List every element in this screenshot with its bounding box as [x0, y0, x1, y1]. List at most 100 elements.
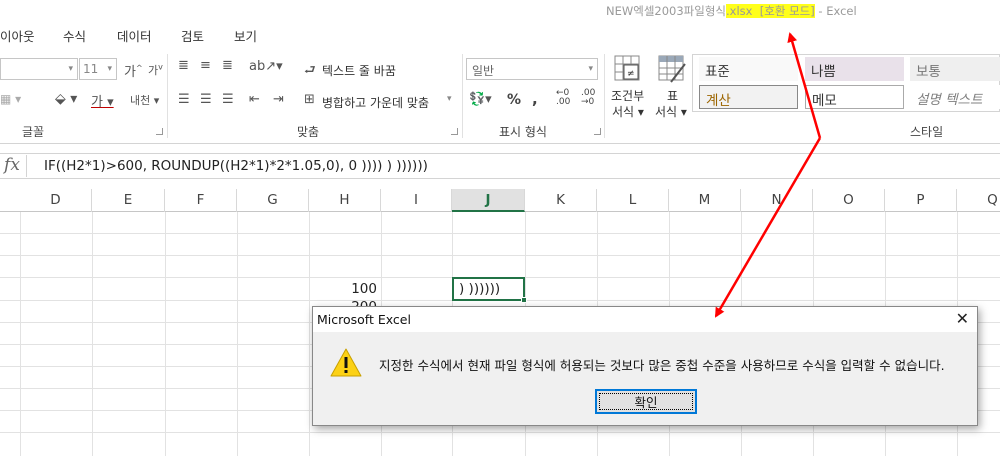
increase-decimal-button[interactable]: ←0 .00 — [556, 89, 570, 107]
insert-function-icon[interactable]: fx — [0, 155, 24, 177]
active-cell-j2[interactable]: ) )))))) — [452, 277, 525, 301]
fill-color-icon[interactable]: ⬙ ▾ — [55, 91, 77, 107]
warning-icon — [329, 347, 363, 379]
column-header-g[interactable]: G — [237, 189, 309, 212]
dialog-title-bar[interactable]: Microsoft Excel ✕ — [313, 307, 977, 332]
tab-review[interactable]: 검토 — [181, 26, 204, 45]
percent-style-button[interactable]: % — [507, 92, 521, 108]
error-dialog: Microsoft Excel ✕ 지정한 수식에서 현재 파일 형식에 허용되… — [312, 306, 978, 426]
dialog-title: Microsoft Excel — [317, 312, 411, 327]
number-format-dropdown[interactable]: 일반 ▾ — [466, 58, 598, 80]
fill-handle[interactable] — [521, 297, 527, 303]
ok-button[interactable]: 확인 — [595, 389, 697, 414]
column-header-m[interactable]: M — [669, 189, 741, 212]
conditional-formatting-label-2[interactable]: 서식 ▾ — [612, 103, 644, 120]
font-name-dropdown[interactable]: ▾ — [0, 58, 78, 80]
column-header-h[interactable]: H — [309, 189, 381, 212]
align-left-icon[interactable]: ☰ — [178, 92, 190, 107]
group-label-alignment: 맞춤 — [297, 125, 320, 139]
comma-style-button[interactable]: , — [532, 90, 538, 108]
font-shrink-glyph: 가 — [148, 64, 159, 77]
format-as-table-icon[interactable] — [657, 54, 687, 84]
cell-h2[interactable]: 100 — [309, 278, 380, 300]
ribbon: ▾ 11 ▾ 가^ 가v ▦ ▾ ⬙ ▾ 가 ▾ 내천 ▾ 글꼴 ≣ ≡ ≣ ab… — [0, 48, 1000, 144]
title-compat-mode: [호환 모드] — [759, 4, 815, 18]
style-neutral[interactable]: 보통 — [910, 57, 1000, 81]
column-header-e[interactable]: E — [92, 189, 165, 212]
tab-formulas[interactable]: 수식 — [63, 26, 86, 45]
style-explanatory[interactable]: 설명 텍스트 — [910, 85, 1000, 109]
style-bad[interactable]: 나쁨 — [805, 57, 904, 81]
format-as-table-label-2[interactable]: 서식 ▾ — [655, 103, 687, 120]
merge-center-button[interactable]: 병합하고 가운데 맞춤 — [322, 94, 429, 111]
wrap-text-icon: ⮐ — [304, 63, 316, 78]
align-top-icon[interactable]: ≣ — [178, 58, 189, 73]
chevron-down-icon[interactable]: ▾ — [447, 94, 452, 104]
ribbon-tabs: 이아웃 수식 데이터 검토 보기 — [0, 22, 1000, 48]
group-label-styles: 스타일 — [910, 125, 944, 139]
title-bar: NEW엑셀2003파일형식.xlsx [호환 모드] - Excel — [0, 0, 1000, 22]
conditional-formatting-label[interactable]: 조건부 — [611, 87, 644, 104]
chevron-down-icon: ▾ — [68, 64, 73, 74]
decrease-decimal-button[interactable]: .00 →0 — [581, 89, 595, 107]
font-size-value: 11 — [83, 62, 99, 76]
wrap-text-button[interactable]: 텍스트 줄 바꿈 — [322, 62, 396, 79]
align-center-icon[interactable]: ☰ — [200, 92, 212, 107]
tab-data[interactable]: 데이터 — [117, 26, 152, 45]
style-calculation[interactable]: 계산 — [699, 85, 798, 109]
align-middle-icon[interactable]: ≡ — [200, 58, 211, 73]
column-header-p[interactable]: P — [885, 189, 957, 212]
column-header-l[interactable]: L — [597, 189, 669, 212]
font-size-dropdown[interactable]: 11 ▾ — [79, 58, 117, 80]
column-header-k[interactable]: K — [525, 189, 597, 212]
alignment-dialog-launcher-icon[interactable] — [451, 128, 458, 135]
svg-text:≠: ≠ — [627, 69, 635, 79]
font-color-icon[interactable]: 가 ▾ — [91, 91, 114, 110]
increase-indent-icon[interactable]: ⇥ — [273, 92, 284, 107]
title-filename: NEW엑셀2003파일형식 — [606, 4, 726, 18]
group-separator — [167, 54, 168, 138]
format-as-table-label[interactable]: 표 — [667, 87, 678, 104]
accounting-format-icon[interactable]: 💱▾ — [469, 92, 492, 107]
title-extension: .xlsx — [726, 4, 753, 18]
decrease-indent-icon[interactable]: ⇤ — [249, 92, 260, 107]
align-right-icon[interactable]: ☰ — [222, 92, 234, 107]
font-grow-icon[interactable]: 가^ — [124, 61, 143, 80]
orientation-icon[interactable]: ab↗▾ — [249, 59, 283, 74]
font-shrink-icon[interactable]: 가v — [148, 62, 163, 78]
column-headers: D E F G H I J K L M N O P Q — [0, 189, 1000, 212]
merge-center-icon: ⊞ — [304, 92, 315, 107]
dialog-message: 지정한 수식에서 현재 파일 형식에 허용되는 것보다 많은 중첩 수준을 사용… — [379, 358, 945, 373]
conditional-formatting-icon[interactable]: ≠ — [613, 54, 643, 84]
tab-view[interactable]: 보기 — [234, 26, 257, 45]
column-header-d[interactable]: D — [20, 189, 92, 212]
align-bottom-icon[interactable]: ≣ — [222, 58, 233, 73]
font-grow-glyph: 가 — [124, 65, 136, 80]
border-icon[interactable]: ▦ ▾ — [0, 92, 21, 106]
column-header-n[interactable]: N — [741, 189, 813, 212]
tab-page-layout[interactable]: 이아웃 — [0, 26, 35, 45]
group-label-number: 표시 형식 — [499, 125, 547, 139]
group-separator — [604, 54, 605, 138]
title-app-name: - Excel — [814, 4, 857, 18]
column-header-o[interactable]: O — [813, 189, 885, 212]
style-normal[interactable]: 표준 — [699, 57, 798, 81]
chevron-down-icon: ▾ — [588, 64, 593, 74]
font-color-glyph: 가 — [91, 95, 103, 110]
number-dialog-launcher-icon[interactable] — [594, 128, 601, 135]
formula-bar-divider — [26, 155, 27, 177]
number-format-value: 일반 — [472, 64, 495, 78]
group-label-font: 글꼴 — [22, 125, 45, 139]
close-icon[interactable]: ✕ — [956, 309, 969, 328]
dialog-body: 지정한 수식에서 현재 파일 형식에 허용되는 것보다 많은 중첩 수준을 사용… — [313, 332, 977, 427]
column-header-f[interactable]: F — [165, 189, 237, 212]
title-gap — [752, 4, 759, 18]
phonetic-icon[interactable]: 내천 ▾ — [130, 92, 159, 108]
column-header-j[interactable]: J — [452, 189, 525, 212]
format-as-table-line2: 서식 — [655, 105, 678, 119]
style-note[interactable]: 메모 — [805, 85, 904, 109]
formula-input[interactable]: IF((H2*1)>600, ROUNDUP((H2*1)*2*1.05,0),… — [44, 158, 428, 174]
font-dialog-launcher-icon[interactable] — [156, 128, 163, 135]
column-header-i[interactable]: I — [381, 189, 452, 212]
column-header-q[interactable]: Q — [957, 189, 1000, 212]
